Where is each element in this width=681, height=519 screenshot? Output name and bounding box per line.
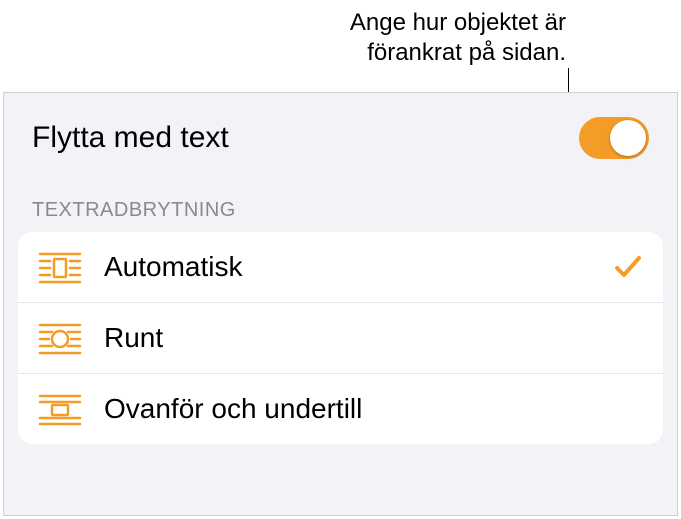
wrap-option-around[interactable]: Runt	[18, 303, 663, 374]
wrap-around-icon	[38, 321, 82, 355]
wrap-option-label: Runt	[104, 322, 643, 354]
wrap-option-label: Ovanför och undertill	[104, 393, 643, 425]
move-with-text-toggle[interactable]	[579, 117, 649, 159]
settings-panel: Flytta med text TEXTRADBRYTNING	[3, 92, 678, 516]
move-with-text-row: Flytta med text	[4, 93, 677, 199]
move-with-text-label: Flytta med text	[32, 121, 229, 155]
checkmark-icon	[613, 252, 643, 282]
wrap-auto-icon	[38, 250, 82, 284]
toggle-knob	[610, 120, 646, 156]
text-wrap-header: TEXTRADBRYTNING	[4, 199, 677, 232]
wrap-above-below-icon	[38, 392, 82, 426]
wrap-option-automatic[interactable]: Automatisk	[18, 232, 663, 303]
callout-text: Ange hur objektet är förankrat på sidan.	[350, 8, 566, 68]
callout-line1: Ange hur objektet är	[350, 8, 566, 38]
wrap-option-label: Automatisk	[104, 251, 613, 283]
wrap-option-above-below[interactable]: Ovanför och undertill	[18, 374, 663, 444]
text-wrap-list: Automatisk	[18, 232, 663, 444]
callout-line2: förankrat på sidan.	[350, 38, 566, 68]
